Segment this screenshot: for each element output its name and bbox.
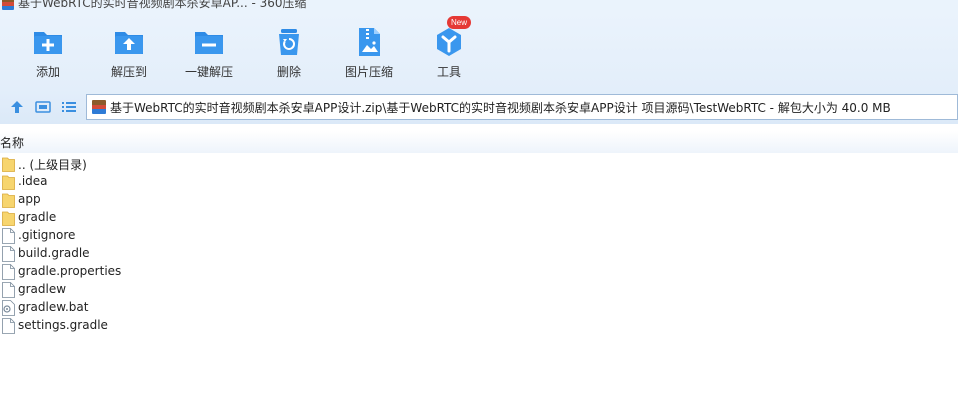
column-name-header[interactable]: 名称 (0, 134, 24, 151)
folder-icon (2, 193, 15, 208)
zip-archive-icon (92, 100, 106, 114)
file-icon (2, 264, 15, 280)
delete-label: 删除 (276, 65, 301, 79)
thumbnail-view-icon[interactable] (35, 99, 51, 115)
toolbar: 添加 解压到 一键解压 删除 图片压缩 New 工具 (0, 12, 958, 90)
list-item[interactable]: settings.gradle (0, 317, 958, 335)
folder-icon (2, 211, 15, 226)
file-name: build.gradle (18, 246, 90, 260)
file-name: settings.gradle (18, 318, 108, 332)
file-name: .gitignore (18, 228, 76, 242)
add-button[interactable]: 添加 (8, 22, 88, 86)
list-item[interactable]: build.gradle (0, 245, 958, 263)
file-icon (2, 246, 15, 262)
file-icon (2, 228, 15, 244)
list-view-icon[interactable] (61, 99, 77, 115)
one-click-extract-label: 一键解压 (184, 65, 233, 79)
add-label: 添加 (35, 65, 60, 79)
file-name: gradlew (18, 282, 67, 296)
file-name: app (18, 192, 41, 206)
batch-file-icon (2, 300, 15, 316)
list-item[interactable]: .. (上级目录) (0, 155, 958, 173)
file-name: .. (上级目录) (18, 158, 87, 172)
extract-to-icon (115, 32, 143, 54)
extract-to-button[interactable]: 解压到 (89, 22, 169, 86)
list-item[interactable]: gradlew (0, 281, 958, 299)
file-name: .idea (18, 174, 48, 188)
list-item[interactable]: gradle (0, 209, 958, 227)
file-name: gradle.properties (18, 264, 122, 278)
address-path: 基于WebRTC的实时音视频剧本杀安卓APP设计.zip\基于WebRTC的实时… (110, 101, 891, 115)
tools-label: 工具 (436, 65, 461, 79)
one-click-extract-icon (195, 32, 223, 54)
image-compress-label: 图片压缩 (344, 65, 393, 79)
window-title: 基于WebRTC的实时音视频剧本杀安卓AP... - 360压缩 (18, 0, 307, 10)
file-icon (2, 282, 15, 298)
list-item[interactable]: .gitignore (0, 227, 958, 245)
column-header: 名称 (0, 131, 958, 153)
list-item[interactable]: app (0, 191, 958, 209)
file-icon (2, 318, 15, 334)
list-item[interactable]: gradlew.bat (0, 299, 958, 317)
image-compress-button[interactable]: 图片压缩 (329, 22, 409, 86)
file-name: gradlew.bat (18, 300, 89, 314)
title-bar: 基于WebRTC的实时音视频剧本杀安卓AP... - 360压缩 (0, 0, 958, 12)
app-logo-icon (2, 0, 14, 10)
address-field[interactable]: 基于WebRTC的实时音视频剧本杀安卓APP设计.zip\基于WebRTC的实时… (86, 94, 958, 120)
tools-button[interactable]: New 工具 (409, 16, 489, 86)
list-item[interactable]: .idea (0, 173, 958, 191)
folder-icon (2, 157, 15, 172)
address-bar-area: 基于WebRTC的实时音视频剧本杀安卓APP设计.zip\基于WebRTC的实时… (0, 90, 958, 124)
image-compress-icon (359, 28, 380, 56)
extract-to-label: 解压到 (110, 65, 147, 79)
one-click-extract-button[interactable]: 一键解压 (169, 22, 249, 86)
delete-icon (279, 29, 299, 55)
folder-icon (2, 175, 15, 190)
new-badge: New (447, 16, 472, 29)
file-name: gradle (18, 210, 57, 224)
up-arrow-icon[interactable] (9, 99, 25, 115)
tools-icon (437, 28, 461, 56)
list-item[interactable]: gradle.properties (0, 263, 958, 281)
add-icon (34, 32, 62, 54)
delete-button[interactable]: 删除 (249, 22, 329, 86)
